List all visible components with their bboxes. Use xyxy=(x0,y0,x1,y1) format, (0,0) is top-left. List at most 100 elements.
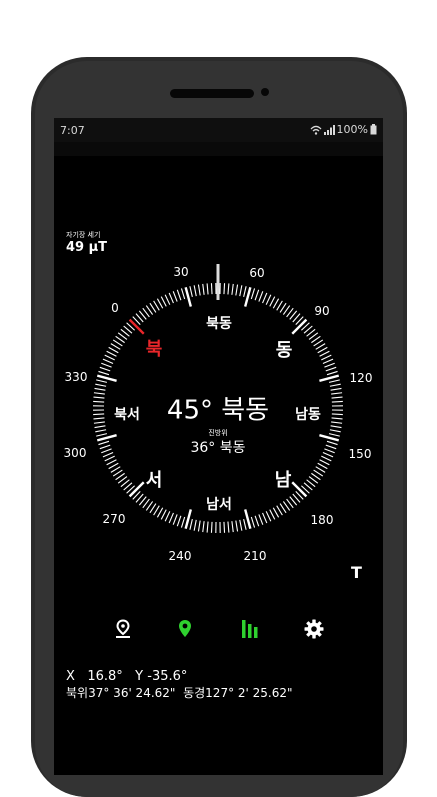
true-north-indicator[interactable]: T xyxy=(351,563,362,582)
dial-tick xyxy=(273,299,278,309)
compass-dial[interactable]: 0 30 60 90 120 150 180 210 240 270 300 3… xyxy=(66,238,371,568)
dial-tick xyxy=(329,434,340,436)
dial-tick xyxy=(314,470,323,476)
settings-button[interactable] xyxy=(299,614,329,644)
dial-tick xyxy=(107,351,117,356)
dial-tick xyxy=(245,509,250,528)
dial-tick xyxy=(327,371,338,374)
dial-tick xyxy=(93,414,104,415)
dial-tick xyxy=(331,388,342,390)
dial-tick xyxy=(190,286,192,297)
dial-tick xyxy=(130,482,144,496)
dial-tick xyxy=(169,293,173,303)
dial-tick xyxy=(316,467,325,473)
dial-tick xyxy=(98,441,109,444)
dial-tick xyxy=(292,482,306,496)
dial-tick xyxy=(326,367,336,371)
dial-tick xyxy=(94,393,105,394)
north-marker xyxy=(130,320,144,334)
dial-tick xyxy=(292,320,306,334)
dial-tick xyxy=(157,299,162,309)
dial-tick xyxy=(203,284,204,295)
dial-tick xyxy=(331,426,342,428)
dial-tick xyxy=(154,301,160,310)
dial-number: 90 xyxy=(314,304,329,318)
dial-tick xyxy=(332,397,343,398)
dial-tick xyxy=(165,295,170,305)
latitude-value: 37° 36' 24.62" xyxy=(88,686,175,700)
dial-tick xyxy=(186,287,191,306)
dial-tick xyxy=(203,521,204,532)
dial-tick xyxy=(224,522,225,533)
tilt-readout: X 16.8° Y -35.6° xyxy=(66,668,293,685)
dial-tick xyxy=(324,449,334,453)
dial-tick xyxy=(113,470,122,476)
dial-tick xyxy=(103,359,113,363)
latitude-label: 북위 xyxy=(66,686,88,700)
status-time: 7:07 xyxy=(60,124,85,137)
dial-tick xyxy=(259,514,263,524)
dial-tick xyxy=(273,508,278,518)
dial-tick xyxy=(314,340,323,346)
dial-tick xyxy=(251,517,254,528)
dial-tick xyxy=(93,401,104,402)
dial-tick xyxy=(330,384,341,386)
signal-icon xyxy=(324,125,335,135)
dial-number: 240 xyxy=(169,549,192,563)
dial-tick xyxy=(240,520,242,531)
dial-tick xyxy=(240,285,242,296)
dial-tick xyxy=(207,283,208,294)
dial-number: 60 xyxy=(249,266,264,280)
dial-number: 210 xyxy=(244,549,267,563)
status-icons: 100% xyxy=(310,123,377,136)
dial-tick xyxy=(177,290,181,300)
dial-tick xyxy=(194,520,196,531)
location-button[interactable] xyxy=(108,614,138,644)
location-pin-outline-icon xyxy=(114,619,132,639)
dial-tick xyxy=(277,301,283,310)
dial-tick xyxy=(161,297,166,307)
dial-tick xyxy=(109,463,119,468)
dial-tick xyxy=(320,460,330,465)
dial-tick xyxy=(177,516,181,526)
dial-tick xyxy=(97,376,116,381)
dial-tick xyxy=(316,344,325,350)
dial-tick xyxy=(245,287,250,306)
dial-tick xyxy=(157,508,162,518)
dial-tick xyxy=(194,285,196,296)
dial-tick xyxy=(332,418,343,419)
battery-percent: 100% xyxy=(337,123,368,136)
dial-tick xyxy=(111,344,120,350)
true-heading-readout: 36° 북동 xyxy=(190,437,245,457)
dial-tick xyxy=(324,363,334,367)
y-value: -35.6° xyxy=(147,669,187,684)
longitude-value: 127° 2' 25.62" xyxy=(205,686,292,700)
app-screen: 7:07 100% 자기장 세기 49 μT 0 30 xyxy=(54,118,383,775)
dial-tick xyxy=(101,449,111,453)
wifi-icon xyxy=(310,125,322,135)
dial-tick xyxy=(103,453,113,457)
level-button[interactable] xyxy=(235,614,265,644)
status-bar: 7:07 100% xyxy=(54,118,383,142)
dial-tick xyxy=(96,434,107,436)
dial-tick xyxy=(326,445,336,449)
dial-tick xyxy=(255,290,259,300)
x-value: 16.8° xyxy=(87,669,122,684)
sensor-coordinates: X 16.8° Y -35.6° 북위37° 36' 24.62" 동경127°… xyxy=(66,668,293,702)
dial-tick xyxy=(228,522,229,533)
map-pin-button[interactable] xyxy=(170,614,200,644)
y-label: Y xyxy=(135,669,143,684)
dial-tick xyxy=(319,376,338,381)
dial-number: 180 xyxy=(311,513,334,527)
dial-tick xyxy=(323,453,333,457)
dial-tick xyxy=(95,430,106,432)
dial-tick xyxy=(173,291,177,301)
dial-tick xyxy=(329,380,340,382)
dial-tick xyxy=(95,388,106,390)
intercardinal-nw: 북서 xyxy=(114,404,140,424)
dial-tick xyxy=(320,351,330,356)
dial-tick xyxy=(165,511,170,521)
bar-level-icon xyxy=(241,619,259,639)
dial-tick xyxy=(280,303,286,312)
dial-tick xyxy=(259,291,263,301)
